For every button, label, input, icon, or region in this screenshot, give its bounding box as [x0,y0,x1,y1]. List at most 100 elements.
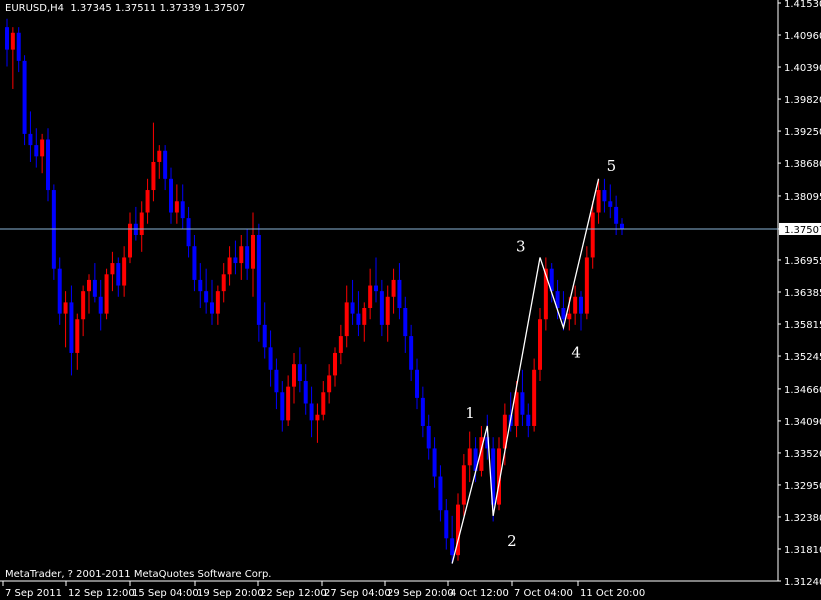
time-tick-label: 19 Sep 20:00 [197,588,264,599]
candle-body [338,336,343,353]
candle-body [374,285,378,292]
candle-body [92,279,97,297]
candle-body [356,313,361,325]
wave-label-5: 5 [607,157,617,175]
candle-body [620,223,624,229]
price-tick-label: 1.32380 [784,513,821,524]
candle-body [532,369,537,426]
candle-body [573,296,578,314]
candle-body [22,60,27,134]
candle-body [28,133,33,146]
candle-body [614,206,619,224]
candle-body [520,392,525,415]
candle-body [315,414,320,421]
candle-body [268,347,273,370]
candle-body [46,139,50,191]
candle-body [596,190,601,213]
candle-body [221,274,226,292]
candle-body [151,161,156,191]
candle-body [116,263,121,286]
price-tick-label: 1.36385 [784,288,821,299]
candle-body [333,352,337,376]
candle-body [590,212,595,258]
price-tick-label: 1.39250 [784,127,821,138]
price-tick-label: 1.34090 [784,417,821,428]
close-value: 1.37507 [204,3,246,14]
copyright-notice: MetaTrader, ? 2001-2011 MetaQuotes Softw… [5,569,272,580]
candle-body [461,465,466,505]
candle-body [538,319,542,370]
candle-body [87,279,91,292]
candle-body [180,201,185,219]
candle-body [69,302,74,353]
candle-body [256,234,261,325]
candle-body [567,313,572,320]
candle-body [215,291,220,314]
candle-body [251,234,255,269]
candle-body [34,145,39,157]
wave-label-1: 1 [465,404,475,422]
price-tick-label: 1.40960 [784,31,821,42]
price-tick-label: 1.38095 [784,192,821,203]
candle-body [104,274,109,314]
time-tick-label: 12 Sep 12:00 [68,588,135,599]
candle-body [309,403,314,421]
candle-body [157,150,162,162]
price-tick-label: 1.34660 [784,385,821,396]
time-tick-label: 27 Sep 04:00 [324,588,391,599]
candle-body [192,246,197,280]
candle-body [432,448,437,477]
price-chart[interactable]: 1 2 3 4 5 1.41530 1.40960 1.40390 1.39820 1.3925… [0,0,821,600]
candle-body [297,364,302,382]
candle-body [110,263,115,275]
candle-body [169,178,173,213]
time-tick-label: 4 Oct 12:00 [450,588,509,599]
candle-body [274,369,279,393]
candle-body [57,268,62,314]
chart-frame [0,0,779,582]
candle-body [227,257,232,275]
candle-body [420,397,425,426]
candle-body [344,302,349,337]
candle-body [467,448,472,466]
price-tick-label: 1.41530 [784,0,821,10]
candle-body [5,27,9,50]
candle-body [608,201,613,207]
candle-body [122,257,127,286]
candle-body [426,425,431,449]
candle-body [81,291,86,320]
candle-body [438,476,443,511]
price-tick-label: 1.39820 [784,95,821,106]
candle-body [10,32,15,50]
price-tick-label: 1.35245 [784,352,821,363]
candle-body [561,308,566,320]
price-tick-label: 1.38680 [784,159,821,170]
candle-body [403,308,408,337]
candle-body [280,392,285,421]
low-value: 1.37339 [159,3,201,14]
candle-body [368,285,373,309]
candle-body [444,510,449,539]
candle-body [362,308,367,325]
candle-body [245,246,250,269]
candle-body [450,538,455,556]
wave-label-2: 2 [507,532,517,550]
candle-body [145,190,150,213]
candle-body [602,190,607,202]
candle-body [379,291,384,325]
price-axis: 1.41530 1.40960 1.40390 1.39820 1.39250 1.386… [778,0,821,588]
price-tick-label: 1.33520 [784,449,821,460]
candle-body [204,291,209,303]
candle-body [233,257,238,264]
candle-body [262,324,267,348]
candle-body [579,296,583,314]
candle-body [16,32,21,61]
candle-body [239,246,244,264]
time-tick-label: 7 Oct 04:00 [514,588,573,599]
candle-body [409,336,414,370]
candle-body [210,302,214,314]
candle-body [397,279,402,309]
candle-body [286,386,291,421]
price-tick-label: 1.31810 [784,545,821,556]
candlestick-series [5,18,624,564]
